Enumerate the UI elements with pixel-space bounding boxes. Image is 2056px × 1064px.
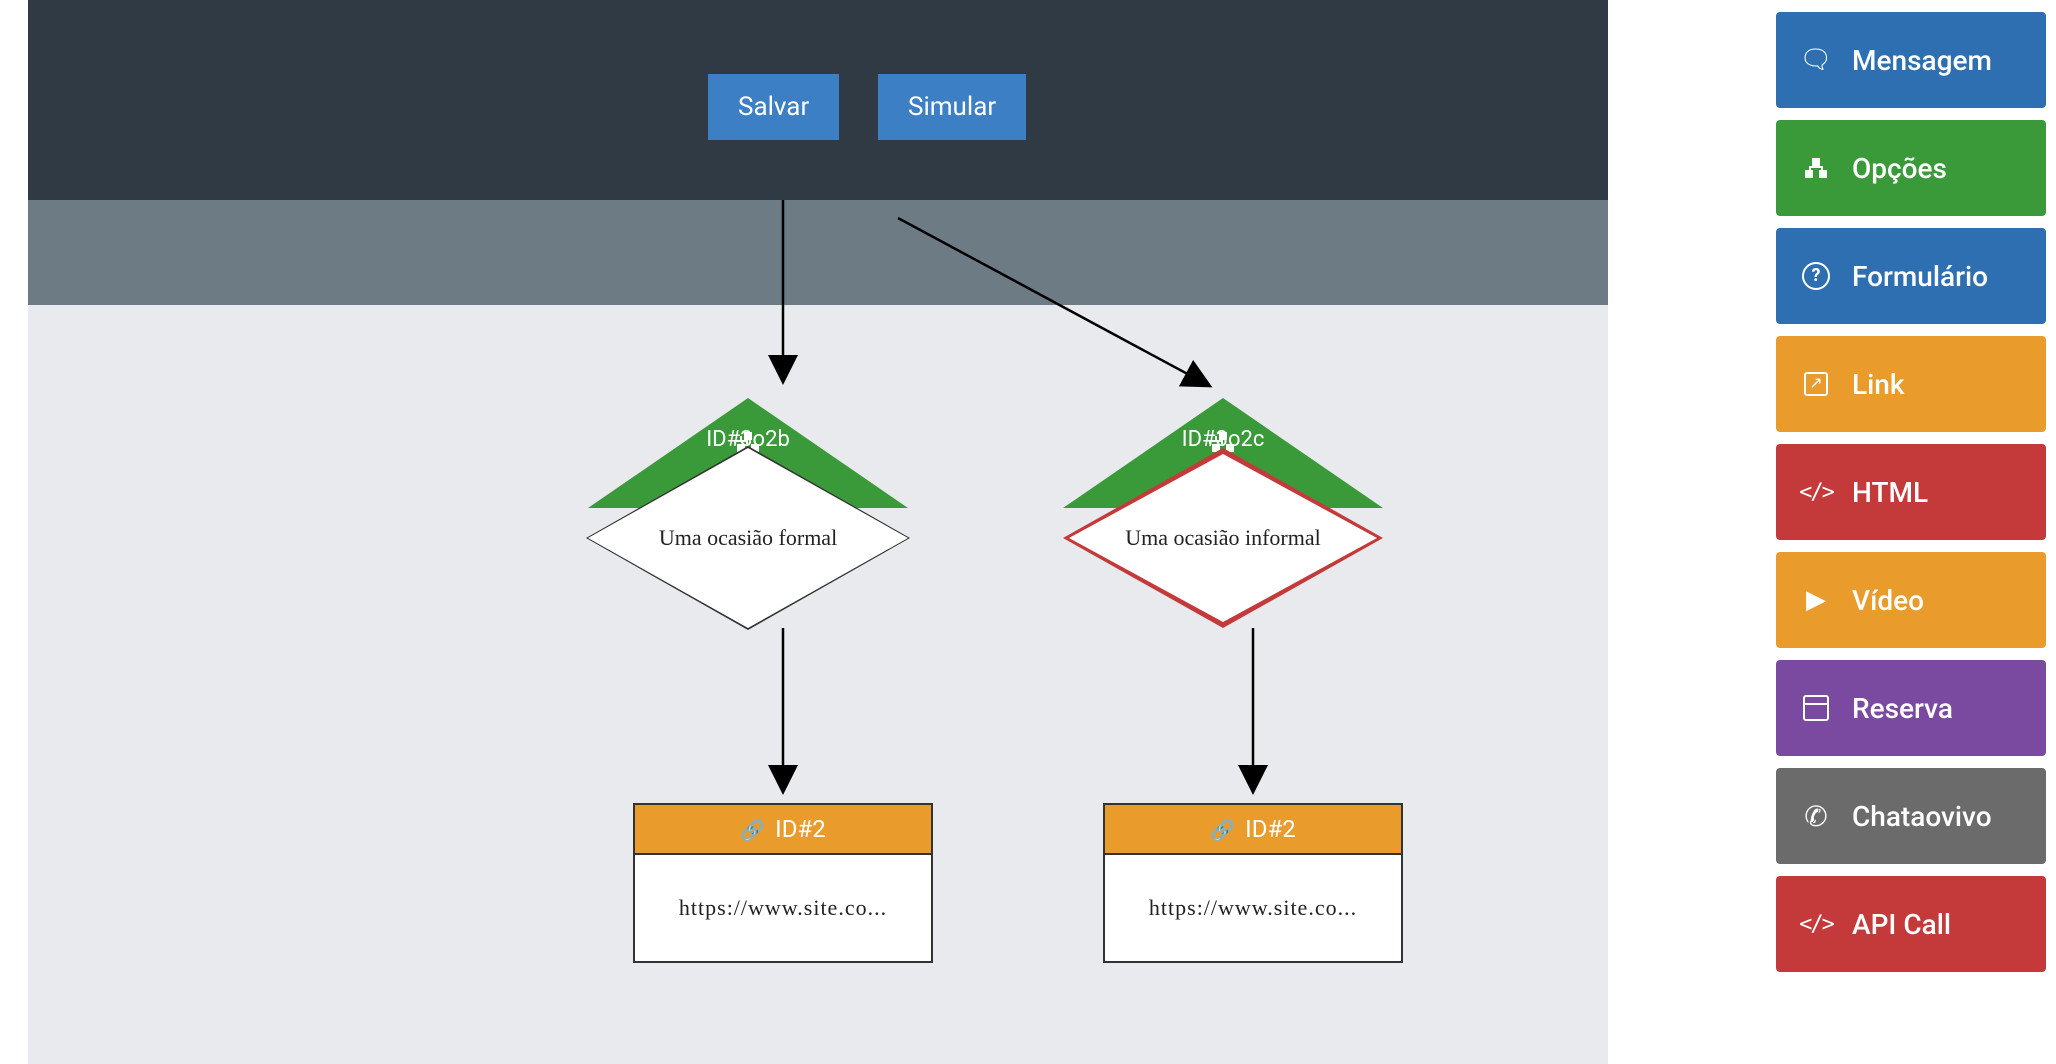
save-button[interactable]: Salvar [708,74,839,140]
palette-item-apicall[interactable]: API Call [1776,876,2046,972]
node-palette: Mensagem Opções Formulário Link HTML Víd… [1776,12,2046,972]
node-id-label: ID#2 [1245,815,1296,843]
palette-item-label: Opções [1852,152,1947,185]
palette-item-formulario[interactable]: Formulário [1776,228,2046,324]
palette-item-reserva[interactable]: Reserva [1776,660,2046,756]
link-node-url: https://www.site.co... [635,855,931,961]
palette-item-label: API Call [1852,908,1951,941]
link-node-right[interactable]: ID#2 https://www.site.co... [1103,803,1403,963]
palette-item-label: Chataovivo [1852,800,1992,833]
palette-item-chataovivo[interactable]: Chataovivo [1776,768,2046,864]
external-icon [1800,372,1832,396]
link-node-header: ID#2 [1105,805,1401,855]
sub-toolbar-bg [28,200,1608,305]
palette-item-mensagem[interactable]: Mensagem [1776,12,2046,108]
palette-item-label: Formulário [1852,260,1988,293]
link-icon [1210,815,1235,843]
link-node-left[interactable]: ID#2 https://www.site.co... [633,803,933,963]
palette-item-label: HTML [1852,476,1928,509]
tree-icon [1800,158,1832,178]
flow-canvas[interactable]: Salvar Simular ID#3o2b Uma ocasião forma… [28,0,1608,1064]
option-node-text: Uma ocasião formal [659,525,837,551]
palette-item-html[interactable]: HTML [1776,444,2046,540]
calendar-icon [1800,695,1832,721]
link-node-url: https://www.site.co... [1105,855,1401,961]
simulate-button[interactable]: Simular [878,74,1026,140]
help-icon [1800,262,1832,290]
phone-icon [1800,800,1832,833]
code-icon [1800,912,1832,937]
node-id-label: ID#2 [775,815,826,843]
chat-icon [1800,45,1832,75]
palette-item-label: Vídeo [1852,584,1924,617]
code-icon [1800,480,1832,505]
option-node-text: Uma ocasião informal [1125,525,1321,551]
palette-item-link[interactable]: Link [1776,336,2046,432]
palette-item-video[interactable]: Vídeo [1776,552,2046,648]
palette-item-opcoes[interactable]: Opções [1776,120,2046,216]
link-node-header: ID#2 [635,805,931,855]
link-icon [740,815,765,843]
palette-item-label: Reserva [1852,692,1953,725]
palette-item-label: Mensagem [1852,44,1992,77]
play-icon [1800,585,1832,615]
palette-item-label: Link [1852,368,1904,401]
